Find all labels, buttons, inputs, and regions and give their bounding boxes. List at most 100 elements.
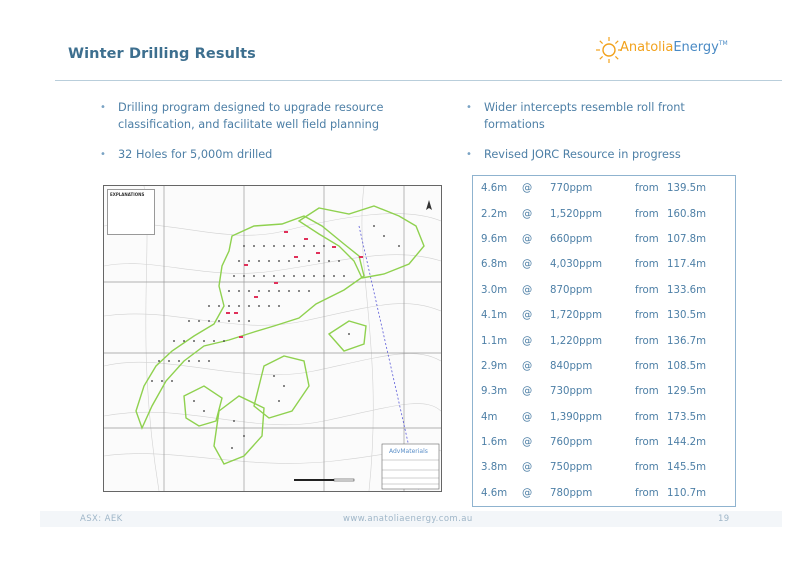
grade-ppm: 780ppm (550, 487, 593, 499)
interval-length: 3.8m (481, 462, 508, 474)
grade-ppm: 760ppm (550, 437, 593, 449)
from-label: from (635, 183, 659, 195)
logo-part-anatolia: Anatolia (620, 40, 674, 55)
at-symbol: @ (522, 259, 533, 271)
at-symbol: @ (522, 233, 533, 245)
page-number: 19 (718, 514, 730, 524)
from-label: from (635, 233, 659, 245)
result-row: 3.8m @750ppm from 145.5m (473, 455, 735, 480)
north-arrow-icon (426, 200, 432, 210)
from-label: from (635, 284, 659, 296)
depth-from: 136.7m (667, 335, 707, 347)
depth-from: 139.5m (667, 183, 707, 195)
result-row: 3.0m @870ppm from 133.6m (473, 278, 735, 303)
at-symbol: @ (522, 183, 533, 195)
footer: ASX: AEK www.anatoliaenergy.com.au 19 (0, 511, 800, 529)
from-label: from (635, 462, 659, 474)
interval-length: 2.2m (481, 208, 508, 220)
bullets-right: Wider intercepts resemble roll front for… (466, 99, 746, 176)
grade-ppm: 730ppm (550, 386, 593, 398)
interval-length: 4m (481, 411, 498, 423)
result-row: 4.1m @1,720ppm from 130.5m (473, 303, 735, 328)
interval-length: 4.6m (481, 487, 508, 499)
depth-from: 173.5m (667, 411, 707, 423)
scale-bar (294, 478, 355, 482)
grade-ppm: 750ppm (550, 462, 593, 474)
grade-ppm: 1,520ppm (550, 208, 603, 220)
result-row: 2.2m @1,520ppm from 160.8m (473, 201, 735, 226)
interval-length: 9.6m (481, 233, 508, 245)
legend-title: EXPLANATIONS (110, 192, 145, 197)
result-row: 2.9m @840ppm from 108.5m (473, 354, 735, 379)
bullet-item: Wider intercepts resemble roll front for… (466, 99, 746, 133)
grade-ppm: 4,030ppm (550, 259, 603, 271)
grade-ppm: 1,720ppm (550, 310, 603, 322)
depth-from: 130.5m (667, 310, 707, 322)
interval-length: 4.6m (481, 183, 508, 195)
result-row: 1.1m @1,220ppm from 136.7m (473, 328, 735, 353)
depth-from: 110.7m (667, 487, 707, 499)
bullet-item: Drilling program designed to upgrade res… (100, 99, 400, 133)
bullet-item: 32 Holes for 5,000m drilled (100, 146, 400, 163)
depth-from: 107.8m (667, 233, 707, 245)
at-symbol: @ (522, 437, 533, 449)
from-label: from (635, 335, 659, 347)
grade-ppm: 770ppm (550, 183, 593, 195)
interval-length: 9.3m (481, 386, 508, 398)
at-symbol: @ (522, 386, 533, 398)
depth-from: 108.5m (667, 360, 707, 372)
interval-length: 3.0m (481, 284, 508, 296)
bullets-left: Drilling program designed to upgrade res… (100, 99, 400, 176)
result-row: 4.6m @780ppm from 110.7m (473, 481, 735, 506)
results-table: 4.6m @770ppm from 139.5m 2.2m @1,520ppm from 16… (472, 175, 736, 507)
map-legend: EXPLANATIONS (107, 189, 155, 235)
logo-part-energy: Energy (673, 40, 719, 55)
from-label: from (635, 437, 659, 449)
depth-from: 117.4m (667, 259, 707, 271)
depth-from: 129.5m (667, 386, 707, 398)
depth-from: 133.6m (667, 284, 707, 296)
interval-length: 4.1m (481, 310, 508, 322)
depth-from: 145.5m (667, 462, 707, 474)
grade-ppm: 870ppm (550, 284, 593, 296)
slide-title: Winter Drilling Results (68, 46, 256, 62)
at-symbol: @ (522, 208, 533, 220)
depth-from: 144.2m (667, 437, 707, 449)
from-label: from (635, 487, 659, 499)
grade-ppm: 840ppm (550, 360, 593, 372)
at-symbol: @ (522, 284, 533, 296)
interval-length: 6.8m (481, 259, 508, 271)
from-label: from (635, 386, 659, 398)
result-row: 4m @1,390ppm from 173.5m (473, 405, 735, 430)
result-row: 9.6m @660ppm from 107.8m (473, 227, 735, 252)
title-block-brand: AdvMaterials (389, 448, 428, 455)
interval-length: 1.6m (481, 437, 508, 449)
at-symbol: @ (522, 411, 533, 423)
result-row: 4.6m @770ppm from 139.5m (473, 176, 735, 201)
grade-ppm: 1,220ppm (550, 335, 603, 347)
grade-ppm: 1,390ppm (550, 411, 603, 423)
result-row: 1.6m @760ppm from 144.2m (473, 430, 735, 455)
at-symbol: @ (522, 310, 533, 322)
company-logo: AnatoliaEnergyTM (620, 40, 728, 55)
result-row: 6.8m @4,030ppm from 117.4m (473, 252, 735, 277)
from-label: from (635, 360, 659, 372)
interval-length: 2.9m (481, 360, 508, 372)
at-symbol: @ (522, 462, 533, 474)
depth-from: 160.8m (667, 208, 707, 220)
drill-hole-map: EXPLANATIONS AdvMaterials (103, 185, 442, 492)
at-symbol: @ (522, 335, 533, 347)
from-label: from (635, 259, 659, 271)
bullet-item: Revised JORC Resource in progress (466, 146, 746, 163)
result-row: 9.3m @730ppm from 129.5m (473, 379, 735, 404)
grade-ppm: 660ppm (550, 233, 593, 245)
footer-website[interactable]: www.anatoliaenergy.com.au (343, 514, 473, 524)
at-symbol: @ (522, 360, 533, 372)
from-label: from (635, 208, 659, 220)
title-rule (55, 80, 782, 81)
logo-tm: TM (718, 40, 728, 47)
interval-length: 1.1m (481, 335, 508, 347)
footer-ticker: ASX: AEK (80, 514, 123, 524)
at-symbol: @ (522, 487, 533, 499)
from-label: from (635, 411, 659, 423)
